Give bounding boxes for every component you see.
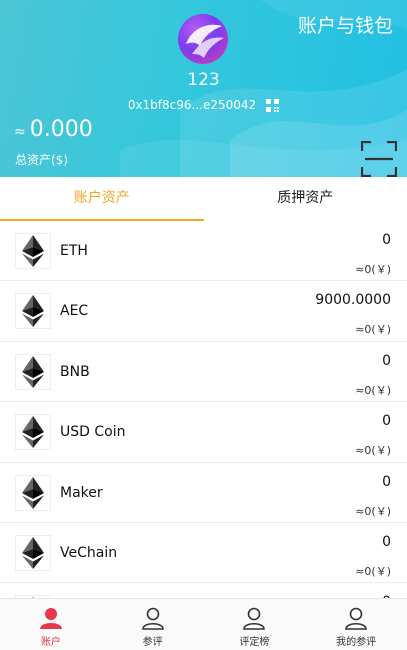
tabbar-item-ranking[interactable]: 评定榜 [204,599,306,650]
user-icon [39,608,62,629]
tabbar-label: 我的参评 [336,637,377,648]
asset-fiat-value: ≈0(￥) [355,263,391,276]
asset-fiat-value: ≈0(￥) [355,504,391,518]
asset-row[interactable]: VeChain 0 ≈0(￥) [0,522,407,584]
tabbar-item-my-reviews[interactable]: 我的参评 [305,599,407,650]
avatar[interactable] [178,14,228,64]
asset-row[interactable]: USD Coin 0 ≈0(￥) [0,402,407,463]
ethereum-icon [15,233,51,269]
total-assets-value: 0.000 [29,117,93,142]
asset-fiat-value: ≈0(￥) [355,444,391,458]
asset-name: ETH [60,243,88,259]
bottom-tab-bar: 账户 参评 评定榜 我的参评 [0,598,407,650]
asset-row[interactable]: ETH 0 ≈0(￥) [0,221,407,282]
tabbar-item-review[interactable]: 参评 [102,599,204,650]
asset-fiat-value: ≈0(￥) [355,383,391,397]
asset-amount: 0 [382,352,391,369]
asset-tabs: 账户资产 质押资产 [0,177,407,221]
asset-row[interactable]: Maker 0 ≈0(￥) [0,462,407,523]
tab-staked-assets[interactable]: 质押资产 [204,177,407,221]
ethereum-icon [15,353,51,390]
asset-amount: 0 [382,413,391,430]
asset-row[interactable]: BNB 0 ≈0(￥) [0,341,407,403]
asset-name: VeChain [60,544,118,561]
avatar-logo-icon [186,24,224,58]
asset-row[interactable]: AEC 9000.0000 ≈0(￥) [0,281,407,342]
wallet-address: 0x1bf8c96...e250042 [127,98,257,112]
scan-icon[interactable] [361,141,397,177]
asset-name: AEC [60,303,89,320]
tabbar-label: 评定榜 [239,637,270,648]
asset-name: USD Coin [60,424,126,441]
ethereum-icon [15,534,51,571]
user-icon [345,607,367,630]
asset-amount: 9000.0000 [315,292,391,309]
qr-code-icon[interactable] [266,98,280,112]
user-icon [243,607,266,630]
wallet-header: 账户与钱包 123 0x1bf8c96...e250042 ≈ 0.000 总资… [0,0,407,177]
total-balance: ≈ 0.000 [14,117,93,142]
asset-fiat-value: ≈0(￥) [355,323,391,337]
asset-list: ETH 0 ≈0(￥) AEC 9000.0000 ≈0(￥) BNB 0 ≈0… [0,221,407,598]
page-title: 账户与钱包 [297,15,393,37]
ethereum-icon [15,474,51,511]
tabbar-item-account[interactable]: 账户 [0,599,102,650]
username: 123 [187,70,220,90]
tabbar-label: 参评 [142,637,163,648]
asset-amount: 0 [382,473,391,490]
approx-symbol: ≈ [14,124,26,140]
ethereum-icon [15,293,51,330]
ethereum-icon [15,414,51,451]
user-icon [141,607,164,630]
asset-fiat-value: ≈0(￥) [355,564,391,578]
asset-name: BNB [60,363,90,380]
asset-row[interactable]: 0 [0,583,407,598]
total-assets-label: 总资产($) [15,153,68,167]
address-row: 0x1bf8c96...e250042 [0,98,407,112]
tab-account-assets[interactable]: 账户资产 [0,177,204,221]
tabbar-label: 账户 [40,637,61,648]
asset-amount: 0 [382,232,391,248]
asset-amount: 0 [382,533,391,550]
asset-name: Maker [60,484,103,501]
